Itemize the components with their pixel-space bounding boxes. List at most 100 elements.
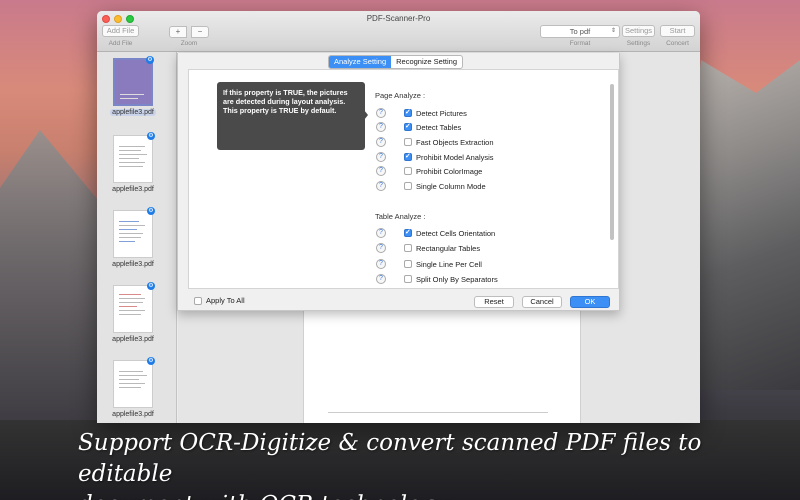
- file-thumbnail: ⚙: [113, 357, 155, 408]
- zoom-caption: Zoom: [180, 40, 198, 47]
- zoom-in-button[interactable]: +: [169, 26, 187, 38]
- option-fast-objects-extraction[interactable]: ? Fast Objects Extraction: [376, 137, 494, 147]
- tab-recognize-setting[interactable]: Recognize Setting: [391, 56, 462, 68]
- help-icon[interactable]: ?: [376, 166, 386, 176]
- gear-icon[interactable]: ⚙: [147, 357, 155, 365]
- gear-icon[interactable]: ⚙: [146, 56, 154, 64]
- option-label: Detect Pictures: [416, 108, 467, 118]
- file-label: applefile3.pdf: [112, 261, 154, 268]
- file-item[interactable]: ⚙ applefile3.pdf: [110, 207, 156, 268]
- help-icon[interactable]: ?: [376, 122, 386, 132]
- apply-to-all-label: Apply To All: [206, 296, 245, 305]
- caption-line-1: Support OCR-Digitize & convert scanned P…: [78, 430, 702, 487]
- checkbox[interactable]: [404, 228, 412, 237]
- start-button[interactable]: Start: [660, 25, 695, 37]
- gear-icon[interactable]: ⚙: [147, 207, 155, 215]
- file-item[interactable]: ⚙ applefile3.pdf: [110, 282, 156, 343]
- format-select[interactable]: To pdf ⇕: [540, 25, 620, 38]
- file-label: applefile3.pdf: [112, 186, 154, 193]
- option-split-only-by-separators[interactable]: ? Split Only By Separators: [376, 274, 498, 284]
- checkbox[interactable]: [404, 244, 412, 252]
- file-thumbnail: ⚙: [113, 56, 154, 106]
- file-item[interactable]: ⚙ applefile3.pdf: [110, 56, 156, 116]
- help-icon[interactable]: ?: [376, 274, 386, 284]
- option-prohibit-colorimage[interactable]: ? Prohibit ColorImage: [376, 166, 482, 176]
- checkbox[interactable]: [404, 122, 412, 131]
- start-caption: Concert: [666, 40, 689, 47]
- settings-dialog: Analyze Setting Recognize Setting If thi…: [177, 53, 620, 311]
- settings-caption: Settings: [626, 40, 651, 47]
- promo-caption: Support OCR-Digitize & convert scanned P…: [78, 428, 778, 500]
- option-single-column-mode[interactable]: ? Single Column Mode: [376, 181, 486, 191]
- window-title: PDF-Scanner-Pro: [366, 14, 431, 23]
- file-thumbnail: ⚙: [113, 282, 155, 333]
- option-label: Single Column Mode: [416, 181, 486, 191]
- checkbox[interactable]: [404, 182, 412, 190]
- checkbox[interactable]: [404, 275, 412, 283]
- help-icon[interactable]: ?: [376, 137, 386, 147]
- add-file-caption: Add File: [108, 40, 133, 47]
- apply-to-all[interactable]: Apply To All: [194, 296, 245, 305]
- file-label: applefile3.pdf: [112, 411, 154, 418]
- settings-panel: If this property is TRUE, the pictures a…: [188, 69, 619, 289]
- help-icon[interactable]: ?: [376, 228, 386, 238]
- gear-icon[interactable]: ⚙: [147, 132, 155, 140]
- option-label: Prohibit ColorImage: [416, 166, 483, 176]
- checkbox[interactable]: [404, 260, 412, 268]
- tab-analyze-setting[interactable]: Analyze Setting: [329, 56, 392, 68]
- page-footer-line: [328, 412, 548, 413]
- checkbox[interactable]: [404, 138, 412, 146]
- settings-tabs: Analyze Setting Recognize Setting: [328, 55, 463, 69]
- checkbox[interactable]: [404, 152, 412, 161]
- wallpaper-mountain-left: [0, 130, 100, 420]
- apply-to-all-checkbox[interactable]: [194, 296, 202, 305]
- titlebar: PDF-Scanner-Pro Add File Add File + − Zo…: [97, 11, 700, 52]
- settings-button[interactable]: Settings: [622, 25, 655, 37]
- file-thumbnail: ⚙: [113, 207, 155, 258]
- option-label: Fast Objects Extraction: [416, 137, 494, 147]
- file-item[interactable]: ⚙ applefile3.pdf: [110, 132, 156, 193]
- scrollbar[interactable]: [610, 84, 614, 240]
- file-thumbnail: ⚙: [113, 132, 155, 183]
- page-analyze-heading: Page Analyze :: [375, 91, 426, 100]
- zoom-in-icon: +: [175, 27, 181, 36]
- help-icon[interactable]: ?: [376, 152, 386, 162]
- option-detect-pictures[interactable]: ? Detect Pictures: [376, 108, 467, 118]
- gear-icon[interactable]: ⚙: [147, 282, 155, 290]
- ok-button[interactable]: OK: [570, 296, 610, 308]
- help-tooltip: If this property is TRUE, the pictures a…: [217, 82, 368, 150]
- caption-line-2: document with OCR technology.: [78, 490, 778, 500]
- add-file-button[interactable]: Add File: [102, 25, 139, 37]
- file-sidebar: ⚙ applefile3.pdf ⚙ applefile3.pdf ⚙ appl…: [97, 52, 177, 423]
- zoom-out-icon: −: [197, 27, 203, 36]
- wallpaper-rock-right: [690, 60, 800, 390]
- reset-button[interactable]: Reset: [474, 296, 514, 308]
- format-caption: Format: [569, 40, 591, 47]
- help-icon[interactable]: ?: [376, 108, 386, 118]
- file-label: applefile3.pdf: [110, 109, 156, 116]
- checkbox[interactable]: [404, 108, 412, 117]
- option-prohibit-model-analysis[interactable]: ? Prohibit Model Analysis: [376, 152, 494, 162]
- option-label: Split Only By Separators: [416, 274, 498, 284]
- table-analyze-heading: Table Analyze :: [375, 212, 426, 221]
- format-value: To pdf: [569, 27, 591, 36]
- checkbox[interactable]: [404, 167, 412, 175]
- cancel-button[interactable]: Cancel: [522, 296, 562, 308]
- option-label: Single Line Per Cell: [416, 259, 482, 269]
- file-label: applefile3.pdf: [112, 336, 154, 343]
- option-label: Detect Tables: [416, 122, 462, 132]
- help-icon[interactable]: ?: [376, 181, 386, 191]
- help-icon[interactable]: ?: [376, 259, 386, 269]
- option-rectangular-tables[interactable]: ? Rectangular Tables: [376, 243, 480, 253]
- option-detect-cells-orientation[interactable]: ? Detect Cells Orientation: [376, 228, 495, 238]
- option-single-line-per-cell[interactable]: ? Single Line Per Cell: [376, 259, 482, 269]
- option-label: Prohibit Model Analysis: [416, 152, 494, 162]
- file-item[interactable]: ⚙ applefile3.pdf: [110, 357, 156, 418]
- option-label: Rectangular Tables: [416, 243, 481, 253]
- help-icon[interactable]: ?: [376, 243, 386, 253]
- option-detect-tables[interactable]: ? Detect Tables: [376, 122, 461, 132]
- document-page: [303, 294, 581, 423]
- option-label: Detect Cells Orientation: [416, 228, 496, 238]
- chevron-updown-icon: ⇕: [610, 28, 616, 34]
- zoom-out-button[interactable]: −: [191, 26, 209, 38]
